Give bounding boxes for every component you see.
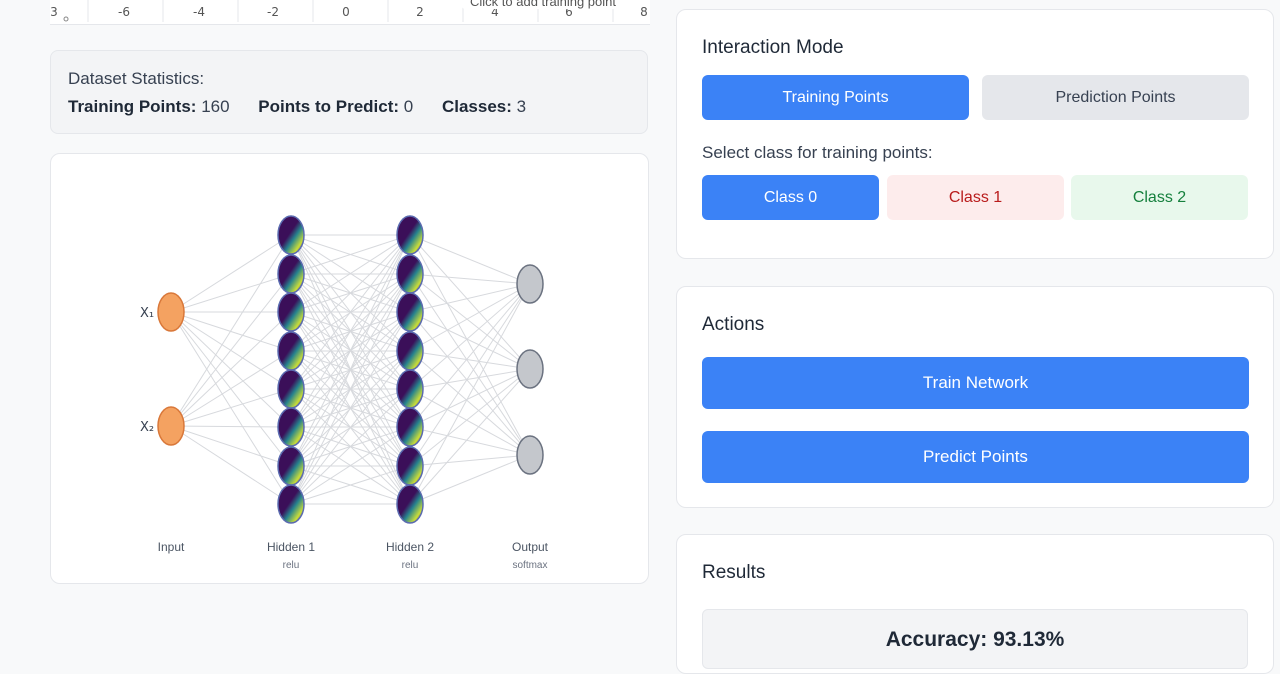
stats-row: Training Points: 160 Points to Predict: … <box>68 97 630 117</box>
actions-panel: Actions Train Network Predict Points <box>676 286 1274 508</box>
results-title: Results <box>702 562 766 583</box>
hidden-node <box>277 369 305 409</box>
network-edge <box>409 454 531 505</box>
points-to-predict-value: 0 <box>403 97 414 116</box>
network-edge <box>409 273 531 285</box>
network-edge <box>409 234 531 285</box>
interaction-mode-title: Interaction Mode <box>702 37 844 58</box>
network-edge <box>409 368 531 390</box>
input-node <box>157 406 185 446</box>
network-edge <box>170 234 292 427</box>
layer-activation-label: relu <box>402 560 419 571</box>
hidden-node <box>277 446 305 486</box>
hidden-node <box>396 407 424 447</box>
hidden-node <box>277 254 305 294</box>
network-edge <box>170 425 292 505</box>
points-to-predict-label: Points to Predict: <box>258 97 400 116</box>
axis-tick: -2 <box>267 5 279 19</box>
network-edge <box>409 454 531 467</box>
network-edge <box>409 426 531 456</box>
output-node <box>516 349 544 389</box>
network-edge <box>409 368 531 428</box>
network-edge <box>170 273 292 427</box>
layer-name-label: Input <box>158 540 185 554</box>
output-node <box>516 264 544 304</box>
layer-activation-label: relu <box>283 560 300 571</box>
network-edge <box>170 425 292 428</box>
training-points-value: 160 <box>201 97 230 116</box>
network-edge <box>409 368 531 505</box>
class-select-prompt: Select class for training points: <box>702 143 933 162</box>
layer-name-label: Output <box>512 540 549 554</box>
layer-name-label: Hidden 2 <box>386 540 434 554</box>
network-edge <box>409 273 531 456</box>
axis-tick: 0 <box>342 5 350 19</box>
classes-label: Classes: <box>441 97 512 116</box>
axis-tick-edge: 3 <box>50 5 58 19</box>
training-points-label: Training Points: <box>68 97 197 116</box>
results-panel: Results Accuracy: 93.13% <box>676 534 1274 674</box>
layer-name-label: Hidden 1 <box>267 540 315 554</box>
hidden-node <box>277 407 305 447</box>
hidden-node <box>277 215 305 255</box>
classes-stat: Classes: 3 <box>442 97 526 117</box>
predict-points-button[interactable]: Predict Points <box>702 431 1249 483</box>
train-network-button[interactable]: Train Network <box>702 357 1249 409</box>
layer-activation-label: softmax <box>512 560 547 571</box>
hidden-node <box>396 484 424 524</box>
hidden-node <box>396 369 424 409</box>
network-edge <box>170 311 292 352</box>
output-node <box>516 435 544 475</box>
hidden-node <box>396 331 424 371</box>
hidden-node <box>277 484 305 524</box>
stats-title: Dataset Statistics: <box>68 69 205 88</box>
training-points-stat: Training Points: 160 <box>68 97 230 117</box>
input-node <box>157 292 185 332</box>
network-edge <box>170 273 292 313</box>
hidden-node <box>396 254 424 294</box>
axis-tick: -4 <box>193 5 205 19</box>
axis-tick: 2 <box>416 5 424 19</box>
interaction-mode-panel: Interaction Mode Training Points Predict… <box>676 9 1274 259</box>
hidden-node <box>277 331 305 371</box>
network-edge <box>170 388 292 427</box>
axis-tick: 8 <box>640 5 648 19</box>
network-diagram-card: X₁ X₂ Input Hidden 1 relu Hidden 2 relu Output s… <box>50 153 649 584</box>
actions-title: Actions <box>702 314 765 335</box>
dataset-statistics: Dataset Statistics: Training Points: 160… <box>50 50 648 134</box>
training-points-mode-button[interactable]: Training Points <box>702 75 969 120</box>
network-edge <box>409 283 531 428</box>
class-0-button[interactable]: Class 0 <box>702 175 879 220</box>
network-edge <box>409 283 531 467</box>
hidden-node <box>396 215 424 255</box>
hidden-node <box>277 292 305 332</box>
classes-value: 3 <box>516 97 527 116</box>
decision-plot-axis[interactable]: 3 -6 -4 -2 0 2 4 6 8 Click to add traini… <box>50 0 650 25</box>
hidden-node <box>396 446 424 486</box>
network-edge <box>170 425 292 467</box>
accuracy-value: Accuracy: 93.13% <box>885 628 1065 651</box>
points-to-predict-stat: Points to Predict: 0 <box>258 97 413 117</box>
network-edge <box>170 234 292 313</box>
input-label: X₂ <box>140 420 154 435</box>
input-label: X₁ <box>140 306 154 321</box>
axis-tick: -6 <box>118 5 130 19</box>
accuracy-box: Accuracy: 93.13% <box>702 609 1248 669</box>
class-1-button[interactable]: Class 1 <box>887 175 1064 220</box>
network-edge <box>170 350 292 427</box>
network-edge <box>409 283 531 390</box>
network-diagram: X₁ X₂ Input Hidden 1 relu Hidden 2 relu Output s… <box>140 215 549 571</box>
prediction-points-mode-button[interactable]: Prediction Points <box>982 75 1249 120</box>
class-2-button[interactable]: Class 2 <box>1071 175 1248 220</box>
plot-hint: Click to add training point <box>462 0 624 9</box>
hidden-node <box>396 292 424 332</box>
